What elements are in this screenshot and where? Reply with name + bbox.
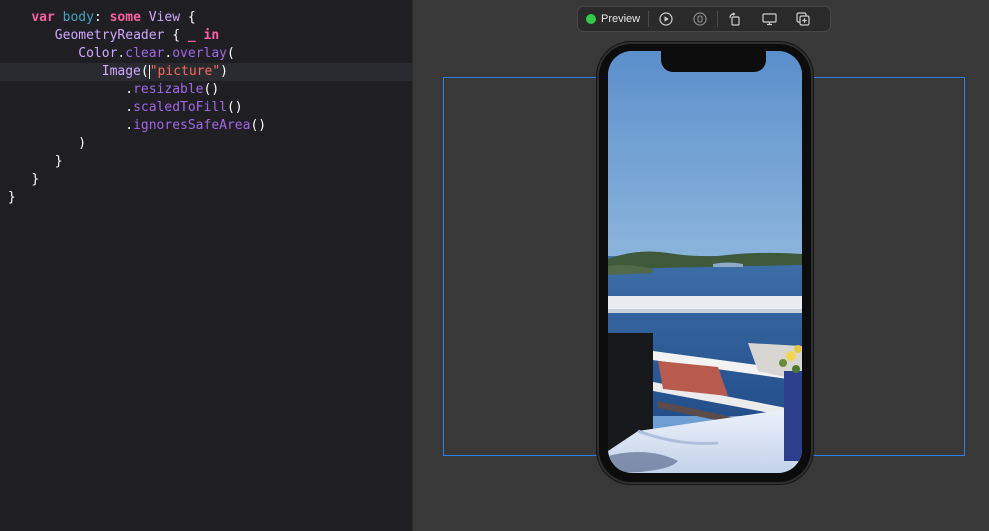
code-token: Image (101, 64, 141, 79)
code-line[interactable]: ) (0, 135, 412, 153)
code-line[interactable]: GeometryReader { _ in (0, 27, 412, 45)
selectable-button[interactable] (683, 7, 717, 31)
code-line[interactable]: .scaledToFill() (0, 99, 412, 117)
code-token: clear (125, 46, 165, 61)
code-token: scaledToFill (133, 100, 227, 115)
live-play-button[interactable] (649, 7, 683, 31)
preview-toolbar: Preview (577, 6, 831, 32)
code-token: . (125, 82, 134, 97)
code-token: ignoresSafeArea (133, 118, 251, 133)
code-token: some (109, 10, 141, 25)
code-token: ) (220, 64, 228, 79)
code-token: resizable (133, 82, 204, 97)
code-line[interactable]: } (0, 189, 412, 207)
device-frame (599, 44, 811, 482)
code-token: ) (78, 136, 87, 151)
code-line[interactable]: .ignoresSafeArea() (0, 117, 412, 135)
live-play-icon (659, 12, 673, 26)
code-token: { (164, 28, 188, 43)
selectable-icon (693, 12, 707, 26)
preview-tab[interactable]: Preview (578, 7, 648, 31)
code-token: . (125, 100, 134, 115)
code-token: "picture" (149, 64, 221, 79)
code-token: () (226, 100, 243, 115)
code-token: . (125, 118, 134, 133)
code-token: body (62, 10, 94, 25)
preview-canvas[interactable]: Preview (413, 0, 989, 531)
picture-image (608, 51, 802, 473)
code-token: var (31, 10, 55, 25)
code-editor[interactable]: var body: some View { GeometryReader { _… (0, 0, 413, 531)
code-token: () (203, 82, 220, 97)
code-line[interactable]: .resizable() (0, 81, 412, 99)
code-token: _ (187, 28, 196, 43)
code-line[interactable]: } (0, 171, 412, 189)
duplicate-preview-button[interactable] (786, 7, 820, 31)
code-line[interactable]: var body: some View { (0, 9, 412, 27)
duplicate-preview-icon (796, 12, 810, 26)
device-settings-button[interactable] (752, 7, 786, 31)
code-token: } (54, 154, 63, 169)
code-token: } (7, 190, 16, 205)
device-notch (661, 51, 766, 72)
code-token: : (93, 10, 110, 25)
device-screen[interactable] (608, 51, 802, 473)
rotate-device-icon (729, 12, 740, 26)
code-line-current[interactable]: Image("picture") (0, 63, 412, 81)
live-status-dot (586, 14, 596, 24)
code-token: View (148, 10, 181, 25)
code-token: overlay (172, 46, 228, 61)
code-token: ( (227, 46, 235, 61)
code-token: in (203, 28, 220, 43)
code-token: ( (140, 64, 149, 79)
preview-label: Preview (601, 13, 641, 25)
code-line[interactable]: } (0, 153, 412, 171)
device-settings-icon (762, 13, 777, 26)
code-token: Color (78, 46, 118, 61)
rotate-device-button[interactable] (718, 7, 752, 31)
code-token: GeometryReader (54, 28, 165, 43)
code-token: () (250, 118, 267, 133)
code-line[interactable]: Color.clear.overlay( (0, 45, 412, 63)
code-token: } (31, 172, 40, 187)
code-token: { (180, 10, 196, 25)
